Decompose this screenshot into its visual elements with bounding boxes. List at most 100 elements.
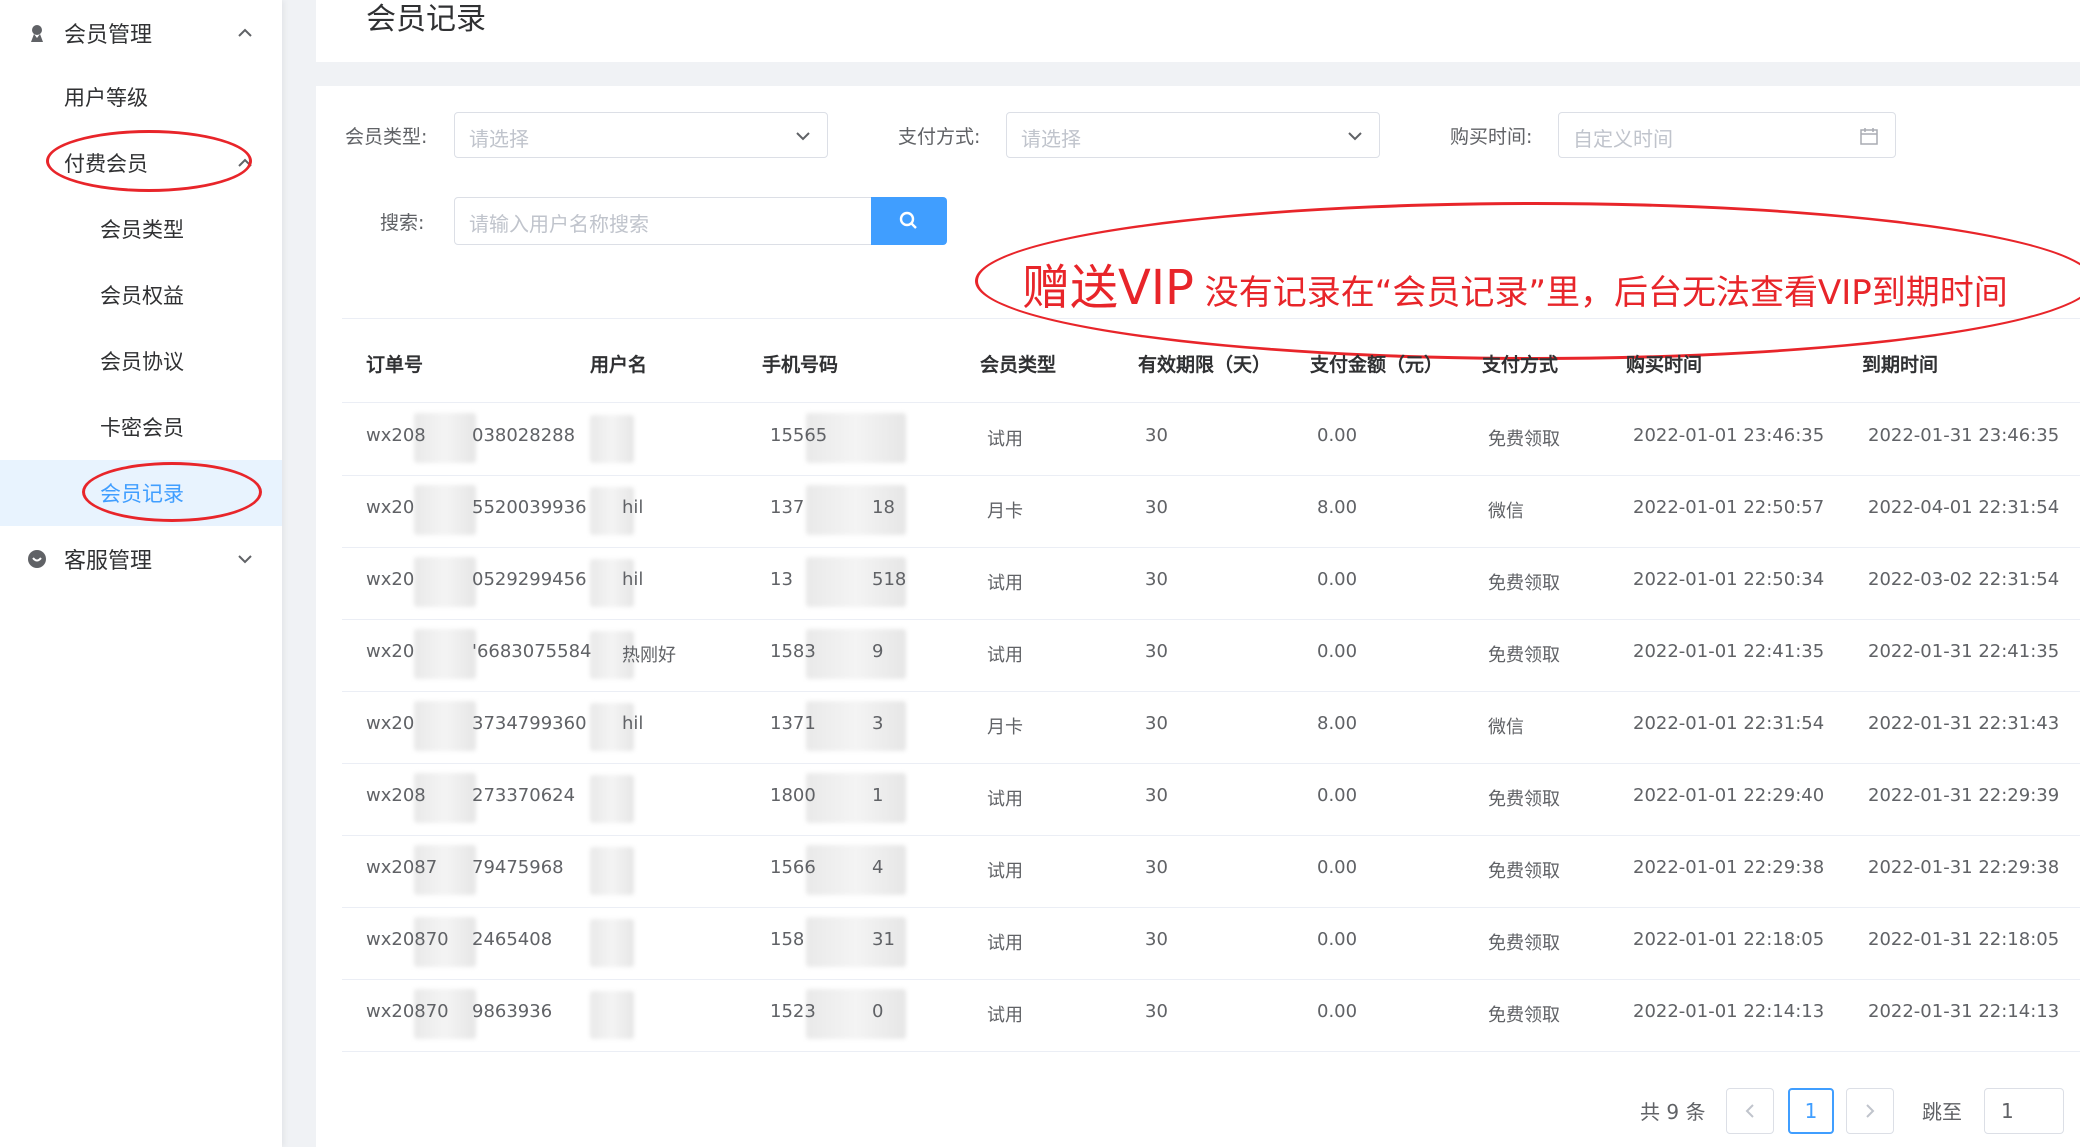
annotation-oval-text	[975, 202, 2080, 360]
member-type-select[interactable]: 请选择	[454, 112, 828, 158]
cell-phone-tail: 4	[872, 857, 884, 878]
menu-group-member[interactable]: 会员管理	[0, 0, 282, 66]
sidebar-item-label: 会员协议	[100, 350, 184, 374]
privacy-blur	[590, 415, 634, 463]
cell-pay: 微信	[1488, 501, 1524, 522]
cell-phone: 137	[770, 497, 805, 518]
table-row: wx208 273370624 1800 1 试用 30 0.00 免费领取 2022-01-0…	[342, 763, 2080, 836]
cell-phone-tail: 31	[872, 929, 895, 950]
cell-buy: 2022-01-01 22:14:13	[1633, 1001, 1825, 1022]
col-user: 用户名	[590, 354, 648, 376]
sidebar-item-user-level[interactable]: 用户等级	[0, 64, 282, 130]
menu-group-service[interactable]: 客服管理	[0, 526, 282, 592]
sidebar-item-label: 卡密会员	[100, 416, 184, 440]
cell-phone: 1371	[770, 713, 816, 734]
col-days: 有效期限（天）	[1138, 354, 1272, 376]
cell-order-tail: '6683075584	[472, 641, 592, 662]
col-order: 订单号	[366, 354, 424, 376]
table-row: wx20 5520039936 hil 137 18 月卡 30 8.00 微信 2022-01-…	[342, 475, 2080, 548]
cell-phone: 15565	[770, 425, 828, 446]
chevron-down-icon	[1348, 132, 1362, 141]
search-placeholder: 请输入用户名称搜索	[469, 212, 649, 236]
buy-time-placeholder: 自定义时间	[1573, 127, 1673, 151]
privacy-blur	[806, 989, 906, 1039]
cell-phone: 1583	[770, 641, 816, 662]
cell-buy: 2022-01-01 22:41:35	[1633, 641, 1825, 662]
cell-expire: 2022-01-31 22:29:39	[1868, 785, 2060, 806]
privacy-blur	[414, 485, 476, 535]
cell-buy: 2022-01-01 22:29:40	[1633, 785, 1825, 806]
cell-days: 30	[1145, 785, 1168, 806]
cell-type: 试用	[987, 789, 1023, 810]
privacy-blur	[806, 845, 906, 895]
table-row: wx2087 79475968 1566 4 试用 30 0.00 免费领取 2022-01-0…	[342, 835, 2080, 908]
cell-type: 试用	[987, 429, 1023, 450]
cell-user: hil	[622, 569, 644, 590]
privacy-blur	[414, 629, 476, 679]
table-row: wx20 3734799360 hil 1371 3 月卡 30 8.00 微信 2022-01-…	[342, 691, 2080, 764]
cell-amount: 0.00	[1317, 425, 1358, 446]
cell-pay: 免费领取	[1488, 429, 1560, 450]
cell-amount: 0.00	[1317, 641, 1358, 662]
cell-order-tail: 0529299456	[472, 569, 587, 590]
cell-type: 试用	[987, 861, 1023, 882]
cell-pay: 免费领取	[1488, 861, 1560, 882]
pay-method-placeholder: 请选择	[1021, 127, 1081, 151]
cell-phone-tail: 518	[872, 569, 907, 590]
current-page-button[interactable]: 1	[1788, 1088, 1834, 1134]
cell-phone: 1566	[770, 857, 816, 878]
chat-icon	[28, 550, 46, 568]
cell-order: wx208	[366, 425, 426, 446]
jump-page-input[interactable]: 1	[1984, 1088, 2064, 1134]
chevron-down-icon	[796, 132, 810, 141]
cell-type: 试用	[987, 573, 1023, 594]
cell-amount: 0.00	[1317, 857, 1358, 878]
cell-type: 试用	[987, 645, 1023, 666]
table-row: wx20 0529299456 hil 13 518 试用 30 0.00 免费领取 2022-0…	[342, 547, 2080, 620]
col-buy: 购买时间	[1626, 354, 1703, 376]
sidebar-item-label: 会员类型	[100, 218, 184, 242]
next-page-button[interactable]	[1846, 1088, 1894, 1134]
sidebar-item-member-agreement[interactable]: 会员协议	[0, 328, 282, 394]
col-expire: 到期时间	[1862, 354, 1939, 376]
cell-order-tail: 2465408	[472, 929, 553, 950]
col-amount: 支付金额（元）	[1310, 354, 1444, 376]
cell-type: 月卡	[987, 717, 1023, 738]
buy-time-picker[interactable]: 自定义时间	[1558, 112, 1896, 158]
menu-group-member-label: 会员管理	[64, 23, 153, 48]
cell-pay: 免费领取	[1488, 573, 1560, 594]
privacy-blur	[806, 629, 906, 679]
cell-phone: 1523	[770, 1001, 816, 1022]
cell-expire: 2022-03-02 22:31:54	[1868, 569, 2060, 590]
cell-amount: 0.00	[1317, 569, 1358, 590]
pay-method-select[interactable]: 请选择	[1006, 112, 1380, 158]
cell-order: wx20	[366, 641, 415, 662]
cell-phone-tail: 0	[872, 1001, 884, 1022]
page-header: 会员记录	[316, 0, 2080, 62]
search-button[interactable]	[871, 197, 947, 245]
cell-expire: 2022-01-31 22:14:13	[1868, 1001, 2060, 1022]
menu-group-service-label: 客服管理	[64, 549, 153, 574]
page-title: 会员记录	[366, 2, 486, 37]
cell-order-tail: 9863936	[472, 1001, 553, 1022]
cell-order: wx208	[366, 785, 426, 806]
col-phone: 手机号码	[762, 354, 839, 376]
prev-page-button[interactable]	[1726, 1088, 1774, 1134]
cell-phone-tail: 3	[872, 713, 884, 734]
cell-pay: 免费领取	[1488, 1005, 1560, 1026]
chevron-down-icon	[238, 555, 252, 564]
sidebar-item-member-rights[interactable]: 会员权益	[0, 262, 282, 328]
cell-amount: 8.00	[1317, 497, 1358, 518]
cell-phone: 13	[770, 569, 793, 590]
cell-order-tail: 3734799360	[472, 713, 587, 734]
cell-days: 30	[1145, 713, 1168, 734]
search-input[interactable]: 请输入用户名称搜索	[454, 197, 872, 245]
cell-days: 30	[1145, 425, 1168, 446]
cell-order-tail: 273370624	[472, 785, 576, 806]
sidebar-item-member-type[interactable]: 会员类型	[0, 196, 282, 262]
privacy-blur	[590, 919, 634, 967]
cell-order-tail: 79475968	[472, 857, 564, 878]
cell-expire: 2022-01-31 22:31:43	[1868, 713, 2060, 734]
cell-days: 30	[1145, 1001, 1168, 1022]
sidebar-item-card-member[interactable]: 卡密会员	[0, 394, 282, 460]
